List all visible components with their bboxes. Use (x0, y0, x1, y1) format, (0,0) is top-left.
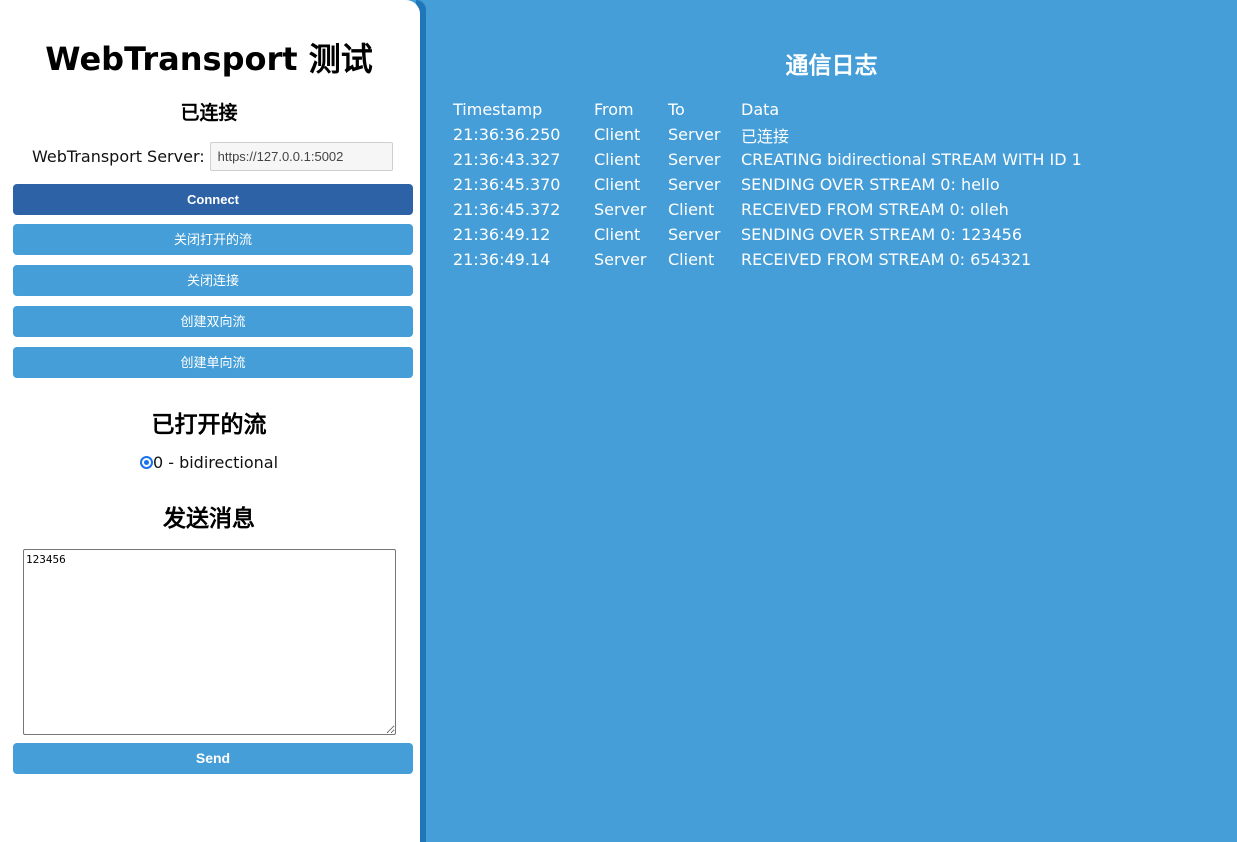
log-to: Server (668, 225, 721, 244)
log-header-row: Timestamp From To Data (453, 97, 1082, 122)
log-to: Server (668, 125, 721, 144)
log-from: Client (594, 125, 641, 144)
log-data: 已连接 (741, 126, 790, 146)
log-row: 21:36:36.250 Client Server 已连接 (453, 122, 1082, 147)
log-timestamp: 21:36:36.250 (453, 125, 561, 144)
log-table: Timestamp From To Data 21:36:36.250 Clien… (453, 97, 1082, 272)
column-header-timestamp: Timestamp (453, 100, 543, 119)
log-row: 21:36:45.370 Client Server SENDING OVER STR… (453, 172, 1082, 197)
stream-label: 0 - bidirectional (152, 453, 279, 472)
close-connection-button[interactable]: 关闭连接 (13, 265, 413, 296)
server-url-input[interactable] (209, 142, 393, 171)
log-data: SENDING OVER STREAM 0: hello (741, 175, 1000, 194)
server-row: WebTransport Server: (32, 141, 393, 172)
log-data: CREATING bidirectional STREAM WITH ID 1 (741, 150, 1082, 169)
log-timestamp: 21:36:49.14 (453, 250, 551, 269)
close-streams-button[interactable]: 关闭打开的流 (13, 224, 413, 255)
log-timestamp: 21:36:45.370 (453, 175, 561, 194)
column-header-to: To (668, 100, 685, 119)
connection-status: 已连接 (180, 102, 238, 124)
open-streams-heading: 已打开的流 (151, 412, 267, 438)
column-header-data: Data (741, 100, 780, 119)
send-button[interactable]: Send (13, 743, 413, 774)
log-to: Client (668, 250, 715, 269)
log-timestamp: 21:36:43.327 (453, 150, 561, 169)
log-from: Server (594, 200, 647, 219)
control-panel: WebTransport 测试 已连接 WebTransport Server:… (0, 0, 420, 842)
log-row: 21:36:45.372 Server Client RECEIVED FROM ST… (453, 197, 1082, 222)
log-row: 21:36:49.14 Server Client RECEIVED FROM STR… (453, 247, 1082, 272)
log-title: 通信日志 (785, 53, 878, 79)
server-label: WebTransport Server: (32, 147, 205, 166)
log-to: Server (668, 150, 721, 169)
log-timestamp: 21:36:49.12 (453, 225, 551, 244)
log-from: Client (594, 225, 641, 244)
log-rows: 21:36:36.250 Client Server 已连接 21:36:43.327 C… (453, 122, 1082, 272)
send-message-heading: 发送消息 (163, 506, 255, 532)
log-data: SENDING OVER STREAM 0: 123456 (741, 225, 1023, 244)
column-header-from: From (594, 100, 634, 119)
log-data: RECEIVED FROM STREAM 0: olleh (741, 200, 1009, 219)
log-timestamp: 21:36:45.372 (453, 200, 561, 219)
log-data: RECEIVED FROM STREAM 0: 654321 (741, 250, 1032, 269)
stream-radio[interactable] (139, 456, 153, 469)
page: WebTransport 测试 已连接 WebTransport Server:… (0, 0, 1237, 842)
log-to: Server (668, 175, 721, 194)
log-row: 21:36:49.12 Client Server SENDING OVER STRE… (453, 222, 1082, 247)
page-title: WebTransport 测试 (45, 40, 373, 78)
log-row: 21:36:43.327 Client Server CREATING bidirec… (453, 147, 1082, 172)
log-to: Client (668, 200, 715, 219)
create-bidirectional-stream-button[interactable]: 创建双向流 (13, 306, 413, 337)
message-textarea[interactable]: 123456 (23, 549, 396, 735)
create-unidirectional-stream-button[interactable]: 创建单向流 (13, 347, 413, 378)
connect-button[interactable]: Connect (13, 184, 413, 215)
log-from: Server (594, 250, 647, 269)
log-from: Client (594, 175, 641, 194)
log-from: Client (594, 150, 641, 169)
stream-option[interactable]: 0 - bidirectional (0, 453, 418, 472)
